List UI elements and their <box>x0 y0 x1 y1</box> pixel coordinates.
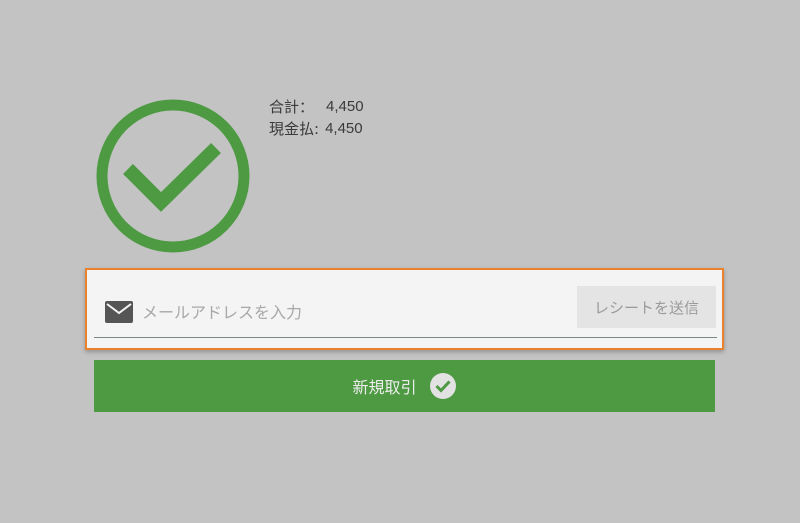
success-check-icon <box>96 99 250 253</box>
cash-row: 現金払: 4,450 <box>269 118 364 140</box>
email-input[interactable] <box>142 298 562 326</box>
new-transaction-button[interactable]: 新規取引 <box>94 360 715 412</box>
cash-label: 現金払: <box>269 120 320 138</box>
new-transaction-label: 新規取引 <box>352 378 417 397</box>
total-label: 合計： <box>269 98 315 116</box>
total-value: 4,450 <box>326 98 364 115</box>
mail-icon <box>105 301 133 323</box>
payment-summary: 合計： 4,450 現金払: 4,450 <box>269 96 364 140</box>
email-input-underline <box>94 337 717 338</box>
send-receipt-button[interactable]: レシートを送信 <box>577 286 716 328</box>
cash-value: 4,450 <box>325 120 363 137</box>
check-circle-icon <box>429 372 457 400</box>
email-receipt-panel: レシートを送信 <box>85 268 724 350</box>
total-row: 合計： 4,450 <box>269 96 364 118</box>
